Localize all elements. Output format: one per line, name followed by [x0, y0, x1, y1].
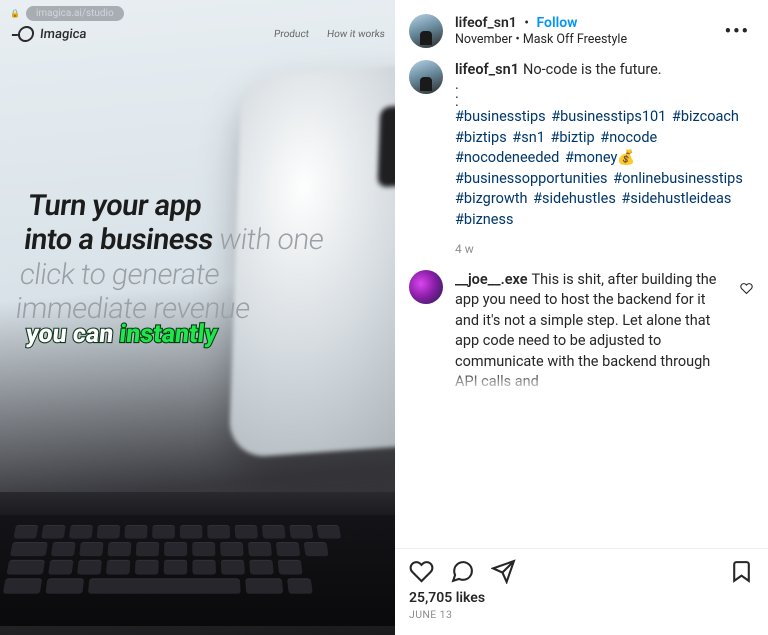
caption-author-username[interactable]: lifeof_sn1	[455, 61, 519, 78]
nav-item-product: Product	[274, 29, 310, 40]
likes-count[interactable]: 25,705 likes	[395, 590, 768, 606]
post-body[interactable]: lifeof_sn1No-code is the future. . . . #…	[395, 58, 768, 548]
heart-icon	[409, 559, 434, 584]
hashtag-link[interactable]: #sidehustleideas	[621, 190, 731, 207]
browser-address-bar: 🔒 imagica.ai/studio	[10, 6, 124, 21]
hashtag-link[interactable]: #money💰	[565, 149, 635, 166]
hashtag-link[interactable]: #sn1	[512, 129, 548, 146]
comment-author-avatar[interactable]	[409, 270, 443, 304]
laptop-keyboard	[0, 515, 395, 626]
headline-line-2-bold: into a business	[22, 223, 215, 257]
hero-headline: Turn your app into a business with one c…	[14, 190, 344, 326]
audio-track[interactable]: Mask Off Freestyle	[523, 32, 627, 47]
caption-body: lifeof_sn1No-code is the future. . . . #…	[455, 60, 754, 257]
hashtag-link[interactable]: #nocode	[600, 129, 657, 146]
comment-entry: __joe__.exeThis is shit, after building …	[409, 270, 754, 393]
author-username[interactable]: lifeof_sn1	[455, 15, 517, 31]
share-icon	[491, 559, 516, 584]
headline-line-1: Turn your app	[26, 190, 343, 223]
hashtag-link[interactable]: #nocodeneeded	[455, 149, 563, 166]
caption-author-avatar[interactable]	[409, 60, 443, 94]
comment-author-username[interactable]: __joe__.exe	[455, 271, 528, 288]
caption-age: 4 w	[455, 241, 754, 258]
more-options-button[interactable]: •••	[721, 21, 754, 42]
hashtag-link[interactable]: #sidehustles	[533, 190, 619, 207]
nav-item-how: How it works	[327, 29, 386, 40]
follow-button[interactable]: Follow	[537, 15, 578, 31]
brand-logo: Imagica	[17, 26, 87, 42]
comment-icon	[450, 559, 475, 584]
caption-spacer-dot: .	[455, 81, 754, 90]
site-nav: Product How it works	[274, 29, 386, 40]
action-bar	[395, 548, 768, 590]
author-avatar[interactable]	[409, 14, 443, 48]
hashtag-link[interactable]: #bizgrowth	[455, 190, 531, 207]
hashtag-link[interactable]: #biztips	[455, 129, 510, 146]
caption-white-part: you can	[24, 320, 121, 349]
audio-artist[interactable]: November	[455, 32, 512, 47]
address-url: imagica.ai/studio	[26, 6, 124, 21]
hashtag-link[interactable]: #businessopportunities	[455, 170, 611, 187]
bookmark-icon	[729, 559, 754, 584]
separator-dot: •	[524, 15, 529, 31]
post-header: lifeof_sn1 • Follow November • Mask Off …	[395, 0, 768, 58]
caption-spacer-dot: .	[455, 90, 754, 99]
post-media[interactable]: 🔒 imagica.ai/studio Imagica Product How …	[0, 0, 395, 635]
video-caption-overlay: you can instantly	[24, 320, 218, 349]
site-header: Imagica Product How it works	[18, 26, 395, 42]
like-comment-button[interactable]	[740, 280, 754, 393]
post-date: JUNE 13	[395, 606, 768, 635]
caption-green-part: instantly	[118, 320, 219, 349]
comment-text: This is shit, after building the app you…	[455, 271, 716, 391]
hashtag-link[interactable]: #bizness	[455, 211, 513, 228]
save-button[interactable]	[729, 559, 754, 584]
hashtag-link[interactable]: #businesstips	[455, 108, 549, 125]
lock-icon: 🔒	[10, 9, 20, 18]
comment-body: __joe__.exeThis is shit, after building …	[455, 270, 728, 393]
brand-name: Imagica	[39, 27, 87, 42]
hashtag-link[interactable]: #bizcoach	[672, 108, 739, 125]
caption-text-lead: No-code is the future.	[523, 61, 662, 78]
post-caption: lifeof_sn1No-code is the future. . . . #…	[409, 60, 754, 257]
header-text: lifeof_sn1 • Follow November • Mask Off …	[455, 14, 709, 48]
heart-outline-icon	[740, 282, 753, 295]
hashtag-link[interactable]: #biztip	[550, 129, 598, 146]
share-button[interactable]	[491, 559, 516, 584]
caption-hashtag-block: #businesstips #businesstips101 #bizcoach…	[455, 107, 754, 230]
comment-button[interactable]	[450, 559, 475, 584]
hashtag-link[interactable]: #onlinebusinesstips	[613, 170, 743, 187]
logo-mark-icon	[17, 26, 35, 42]
like-button[interactable]	[409, 559, 434, 584]
hashtag-link[interactable]: #businesstips101	[551, 108, 670, 125]
post-panel: lifeof_sn1 • Follow November • Mask Off …	[395, 0, 768, 635]
audio-separator: •	[512, 32, 522, 47]
caption-spacer-dot: .	[455, 98, 754, 107]
